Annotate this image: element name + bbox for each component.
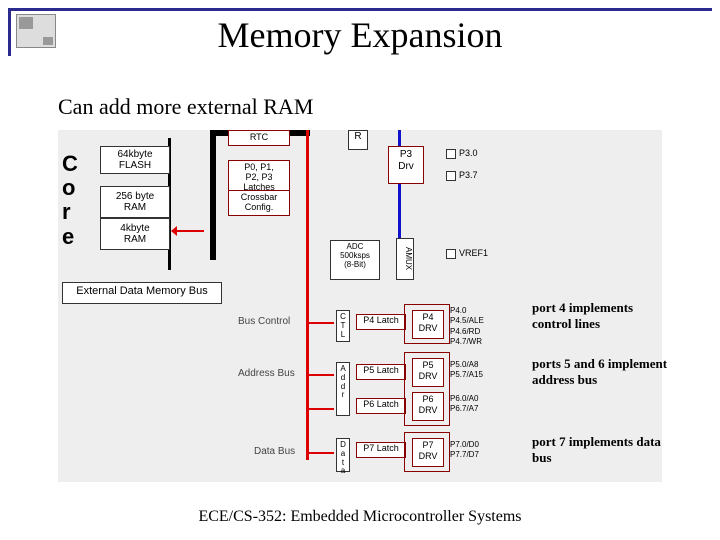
pin-p37-label: P3.7 (459, 170, 478, 180)
p4-latch: P4 Latch (356, 314, 406, 330)
p7-latch: P7 Latch (356, 442, 406, 458)
slide-subtitle: Can add more external RAM (58, 94, 313, 120)
rtc-block: RTC (228, 130, 290, 146)
red-line-data (306, 452, 334, 454)
r-block: R (348, 130, 368, 150)
p6-pins: P6.0/A0P6.7/A7 (450, 394, 478, 415)
pin-p30: P3.0 (446, 148, 478, 159)
pin-vref1-label: VREF1 (459, 248, 488, 258)
ctl-block: CTL (336, 310, 350, 342)
external-bus-label: External Data Memory Bus (62, 282, 222, 304)
slide-border-top (8, 8, 712, 11)
p7-pins: P7.0/D0P7.7/D7 (450, 440, 479, 461)
slide-title: Memory Expansion (0, 14, 720, 56)
pin-p37: P3.7 (446, 170, 478, 181)
p3-drv-block: P3Drv (388, 146, 424, 184)
annotation-port7: port 7 implements data bus (532, 434, 672, 465)
annotation-port4: port 4 implements control lines (532, 300, 672, 331)
ram-arrow-icon (172, 230, 204, 232)
address-bus-label: Address Bus (238, 368, 295, 379)
p6-latch: P6 Latch (356, 398, 406, 414)
core-bus-vertical (210, 130, 216, 260)
addr-block: Addr (336, 362, 350, 416)
flash-block: 64kbyteFLASH (100, 146, 170, 174)
highlight-box-p7 (404, 432, 450, 472)
data-block: Data (336, 438, 350, 472)
ram256-block: 256 byteRAM (100, 186, 170, 218)
annotation-port5-6: ports 5 and 6 implement address bus (532, 356, 672, 387)
p5-pins: P5.0/A8P5.7/A15 (450, 360, 483, 381)
bus-control-label: Bus Control (238, 316, 290, 327)
red-bus-line (306, 130, 309, 460)
p4-pins: P4.0P4.5/ALEP4.6/RDP4.7/WR (450, 306, 484, 348)
red-line-addr1 (306, 374, 334, 376)
core-label: Core (62, 152, 78, 249)
amux-block: AMUX (396, 238, 414, 280)
crossbar-block: CrossbarConfig. (228, 190, 290, 216)
adc-block: ADC500ksps(8-Bit) (330, 240, 380, 280)
data-bus-label: Data Bus (254, 446, 295, 457)
pin-p30-label: P3.0 (459, 148, 478, 158)
highlight-box-p5-p6 (404, 352, 450, 426)
p5-latch: P5 Latch (356, 364, 406, 380)
ram4k-block: 4kbyteRAM (100, 218, 170, 250)
highlight-box-p4 (404, 304, 450, 344)
red-line-addr2 (306, 408, 334, 410)
slide-footer: ECE/CS-352: Embedded Microcontroller Sys… (0, 508, 720, 526)
red-line-ctl (306, 322, 334, 324)
pin-vref1: VREF1 (446, 248, 488, 259)
